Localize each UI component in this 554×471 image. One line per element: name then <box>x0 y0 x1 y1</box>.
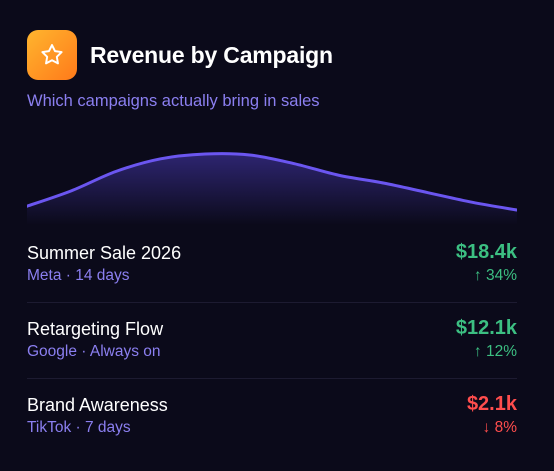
campaign-meta: TikTok · 7 days <box>27 419 131 436</box>
campaign-revenue: $2.1k <box>466 393 517 415</box>
campaign-list: Summer Sale 2026 Meta · 14 days $18.4k ↑… <box>27 227 517 454</box>
campaign-change: ↓ 8% <box>482 419 517 436</box>
star-badge <box>27 30 77 80</box>
campaign-name: Brand Awareness <box>27 395 168 415</box>
campaign-revenue: $12.1k <box>455 317 517 339</box>
revenue-card: Revenue by Campaign Which campaigns actu… <box>0 0 554 471</box>
campaign-row[interactable]: Retargeting Flow Google · Always on $12.… <box>27 303 517 379</box>
card-subtitle: Which campaigns actually bring in sales <box>27 92 320 110</box>
campaign-name: Summer Sale 2026 <box>27 243 182 263</box>
card-title: Revenue by Campaign <box>90 41 333 68</box>
star-icon <box>41 44 63 65</box>
campaign-meta: Meta · 14 days <box>27 267 130 284</box>
campaign-revenue: $18.4k <box>455 241 517 263</box>
card-header: Revenue by Campaign <box>27 30 333 80</box>
campaign-change: ↑ 12% <box>473 343 517 360</box>
campaign-name: Retargeting Flow <box>27 319 164 339</box>
revenue-sparkline <box>27 152 517 225</box>
campaign-row[interactable]: Brand Awareness TikTok · 7 days $2.1k ↓ … <box>27 379 517 454</box>
campaign-change: ↑ 34% <box>473 267 517 284</box>
sparkline-area <box>27 153 517 225</box>
campaign-row[interactable]: Summer Sale 2026 Meta · 14 days $18.4k ↑… <box>27 227 517 303</box>
campaign-meta: Google · Always on <box>27 343 161 360</box>
